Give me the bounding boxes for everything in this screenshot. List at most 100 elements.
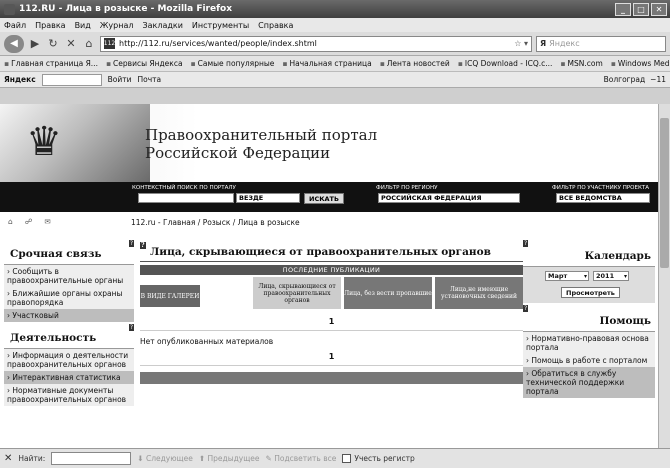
city-label[interactable]: Волгоград xyxy=(604,75,646,84)
search-input[interactable]: Я Яндекс xyxy=(536,35,666,52)
forward-icon[interactable]: ▶ xyxy=(28,37,42,51)
help-item-support[interactable]: Обратиться в службу технической поддержк… xyxy=(523,367,655,398)
help-icon[interactable]: ? xyxy=(523,305,529,312)
help-icon[interactable]: ? xyxy=(140,242,146,249)
help-item-usage[interactable]: Помощь в работе с порталом xyxy=(523,354,655,367)
sitemap-icon[interactable]: ☍ xyxy=(25,217,33,226)
tab-gallery[interactable]: В ВИДЕ ГАЛЕРЕИ xyxy=(140,285,200,307)
find-next-button[interactable]: ⬇ Следующее xyxy=(137,454,193,463)
activity-item-info[interactable]: Информация о деятельности правоохранител… xyxy=(4,349,134,371)
close-button[interactable]: ✕ xyxy=(651,2,667,16)
activity-item-stats[interactable]: Интерактивная статистика xyxy=(4,371,134,384)
pagination-bottom[interactable]: 1 xyxy=(140,348,523,366)
help-item-legal[interactable]: Нормативно-правовая основа портала xyxy=(523,332,655,354)
stop-icon[interactable]: ✕ xyxy=(64,37,78,51)
login-link[interactable]: Войти xyxy=(108,75,132,84)
where-select[interactable]: ВЕЗДЕ xyxy=(236,193,300,203)
tab-fugitives[interactable]: Лица, скрывающиеся от правоохранительных… xyxy=(253,277,341,309)
address-bar[interactable]: 112 http://112.ru/services/wanted/people… xyxy=(100,35,532,52)
firefox-icon xyxy=(4,3,15,15)
menu-tools[interactable]: Инструменты xyxy=(192,21,249,30)
bookmark-item[interactable]: Главная страница Я... xyxy=(4,59,98,68)
help-title: Помощь xyxy=(523,307,655,332)
find-prev-button[interactable]: ⬆ Предыдущее xyxy=(199,454,260,463)
bookmark-item[interactable]: Самые популярные xyxy=(191,59,275,68)
urgent-item-nearest[interactable]: Ближайшие органы охраны правопорядка xyxy=(4,287,134,309)
bookmark-item[interactable]: Windows Media xyxy=(611,59,670,68)
window-title: 112.RU - Лица в розыске - Mozilla Firefo… xyxy=(19,4,232,14)
yandex-search-input[interactable] xyxy=(41,73,102,86)
bookmark-item[interactable]: Лента новостей xyxy=(380,59,450,68)
menu-edit[interactable]: Правка xyxy=(35,21,65,30)
menu-file[interactable]: Файл xyxy=(4,21,26,30)
view-button[interactable]: Просмотреть xyxy=(561,287,620,298)
activity-title: Деятельность xyxy=(4,326,134,349)
yandex-logo-icon: Я xyxy=(540,39,547,48)
mail-icon[interactable]: ✉ xyxy=(44,217,50,226)
menu-help[interactable]: Справка xyxy=(258,21,293,30)
tab-missing[interactable]: Лица, без вести пропавшие xyxy=(344,277,432,309)
bookmark-item[interactable]: Начальная страница xyxy=(282,59,372,68)
temperature-label: −11 xyxy=(650,75,666,84)
calendar-block: ? Календарь Март 2011 Просмотреть xyxy=(523,240,655,303)
back-icon[interactable]: ◀ xyxy=(4,34,24,53)
portal-search-strip: КОНТЕКСТНЫЙ ПОИСК ПО ПОРТАЛУ ВЕЗДЕ ИСКАТ… xyxy=(0,182,658,212)
region-select[interactable]: РОССИЙСКАЯ ФЕДЕРАЦИЯ xyxy=(378,193,520,203)
left-column: ? Срочная связь Сообщить в правоохраните… xyxy=(4,240,134,410)
search-button[interactable]: ИСКАТЬ xyxy=(304,193,344,204)
bookmark-item[interactable]: ICQ Download - ICQ.c... xyxy=(458,59,553,68)
region-filter-label: ФИЛЬТР ПО РЕГИОНУ xyxy=(376,185,438,191)
urgent-contact-block: ? Срочная связь Сообщить в правоохраните… xyxy=(4,240,134,322)
urgent-contact-title: Срочная связь xyxy=(4,242,134,265)
help-icon[interactable]: ? xyxy=(523,240,529,247)
year-select[interactable]: 2011 xyxy=(593,271,629,281)
site-favicon: 112 xyxy=(103,38,116,49)
portal-search-input[interactable] xyxy=(138,193,234,203)
reload-icon[interactable]: ↻ xyxy=(46,37,60,51)
minimize-button[interactable]: _ xyxy=(615,2,631,16)
search-placeholder: Яндекс xyxy=(549,39,580,48)
pagination-top[interactable]: 1 xyxy=(140,313,523,331)
close-find-icon[interactable]: ✕ xyxy=(4,453,12,464)
participant-select[interactable]: ВСЕ ВЕДОМСТВА xyxy=(556,193,650,203)
urgent-item-district-officer[interactable]: Участковый xyxy=(4,309,134,322)
menu-history[interactable]: Журнал xyxy=(100,21,134,30)
latest-publications-bar: ПОСЛЕДНИЕ ПУБЛИКАЦИИ xyxy=(140,265,523,275)
bookmark-star-icon[interactable]: ☆ ▾ xyxy=(514,39,531,48)
tab-unidentified[interactable]: Лица,не имеющие установочных сведений xyxy=(435,277,523,309)
yandex-logo[interactable]: Яндекс xyxy=(4,75,36,84)
menu-bookmarks[interactable]: Закладки xyxy=(142,21,182,30)
mail-link[interactable]: Почта xyxy=(138,75,162,84)
maximize-button[interactable]: □ xyxy=(633,2,649,16)
navigation-toolbar: ◀ ▶ ↻ ✕ ⌂ 112 http://112.ru/services/wan… xyxy=(0,32,670,56)
bookmark-item[interactable]: MSN.com xyxy=(560,59,603,68)
find-bar: ✕ Найти: ⬇ Следующее ⬆ Предыдущее ✎ Подс… xyxy=(0,448,670,468)
find-input[interactable] xyxy=(51,452,132,465)
scrollbar-thumb[interactable] xyxy=(660,118,669,268)
bookmarks-toolbar: Главная страница Я... Сервисы Яндекса Са… xyxy=(0,56,670,72)
yandex-toolbar: Яндекс Войти Почта Волгоград −11 xyxy=(0,72,670,88)
portal-title-line1: Правоохранительный портал xyxy=(145,126,378,144)
month-select[interactable]: Март xyxy=(545,271,589,281)
help-icon[interactable]: ? xyxy=(128,240,134,247)
right-column: ? Календарь Март 2011 Просмотреть ? Помо… xyxy=(523,240,655,402)
home-icon[interactable]: ⌂ xyxy=(82,37,96,51)
menu-view[interactable]: Вид xyxy=(75,21,91,30)
urgent-item-report[interactable]: Сообщить в правоохранительные органы xyxy=(4,265,134,287)
portal-title[interactable]: Правоохранительный портал Российской Фед… xyxy=(145,126,377,162)
bookmark-item[interactable]: Сервисы Яндекса xyxy=(106,59,183,68)
portal-title-line2: Российской Федерации xyxy=(145,144,331,162)
page-scrollbar[interactable] xyxy=(658,104,670,448)
url-text: http://112.ru/services/wanted/people/ind… xyxy=(119,39,317,48)
main-content: ? Лица, скрывающиеся от правоохранительн… xyxy=(140,242,523,384)
breadcrumb[interactable]: 112.ru - Главная / Розыск / Лица в розыс… xyxy=(131,218,300,227)
eagle-emblem-icon: ♛ xyxy=(26,119,62,165)
menu-bar: Файл Правка Вид Журнал Закладки Инструме… xyxy=(0,18,670,32)
home-page-icon[interactable]: ⌂ xyxy=(8,217,13,226)
highlight-all-button[interactable]: ✎ Подсветить все xyxy=(266,454,337,463)
help-icon[interactable]: ? xyxy=(128,324,134,331)
activity-item-docs[interactable]: Нормативные документы правоохранительных… xyxy=(4,384,134,406)
match-case-checkbox[interactable]: Учесть регистр xyxy=(342,454,415,464)
context-search-label: КОНТЕКСТНЫЙ ПОИСК ПО ПОРТАЛУ xyxy=(132,185,236,191)
activity-block: ? Деятельность Информация о деятельности… xyxy=(4,324,134,406)
